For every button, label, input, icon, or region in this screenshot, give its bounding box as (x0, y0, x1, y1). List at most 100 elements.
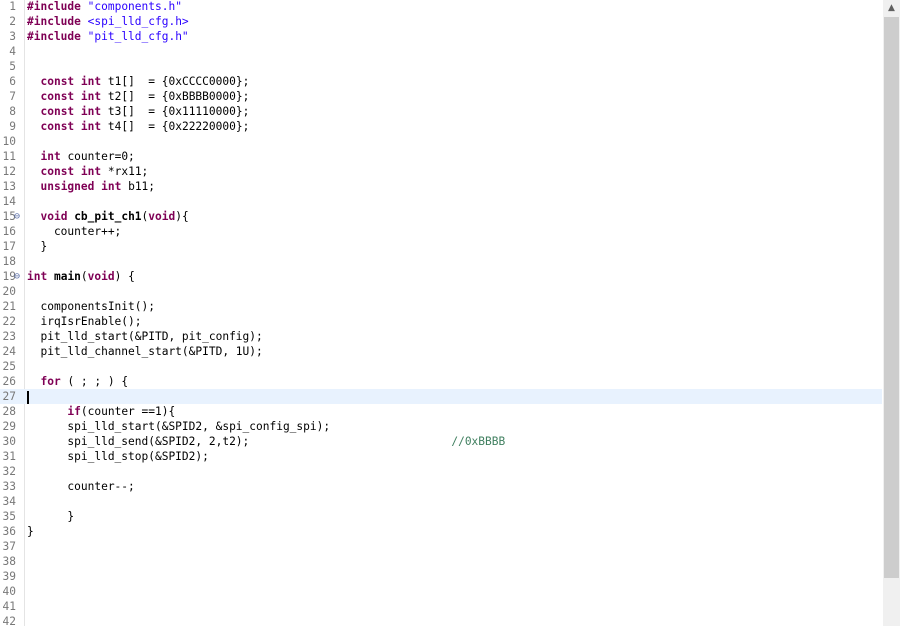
code-line[interactable]: 18 (0, 254, 882, 269)
code-token: b11; (121, 180, 156, 193)
code-text[interactable]: } (27, 524, 34, 539)
code-line[interactable]: 31 spi_lld_stop(&SPID2); (0, 449, 882, 464)
keyword-token: const (40, 165, 75, 178)
scrollbar-thumb[interactable] (884, 17, 899, 578)
code-line[interactable]: 13 unsigned int b11; (0, 179, 882, 194)
code-line[interactable]: 10 (0, 134, 882, 149)
code-editor[interactable]: 1 #include "components.h" 2 #include <spi_l… (0, 0, 907, 626)
code-text[interactable]: spi_lld_start(&SPID2, &spi_config_spi); (27, 419, 330, 434)
code-text[interactable]: pit_lld_start(&PITD, pit_config); (27, 329, 262, 344)
code-line[interactable]: 39 (0, 569, 882, 584)
code-line[interactable]: 14 (0, 194, 882, 209)
code-line[interactable]: 26 for ( ; ; ) { (0, 374, 882, 389)
code-line[interactable]: 4 (0, 44, 882, 59)
line-number: 17 (2, 240, 16, 253)
code-line[interactable]: 7 const int t2[] = {0xBBBB0000}; (0, 89, 882, 104)
code-line[interactable]: 8 const int t3[] = {0x11110000}; (0, 104, 882, 119)
line-number: 22 (2, 315, 16, 328)
scroll-up-arrow-icon[interactable]: ▲ (883, 0, 900, 17)
fold-collapse-icon[interactable]: ⊖ (14, 269, 20, 284)
code-text[interactable]: spi_lld_stop(&SPID2); (27, 449, 208, 464)
line-number: 21 (2, 300, 16, 313)
code-text[interactable] (27, 389, 29, 404)
code-text[interactable]: const int t1[] = {0xCCCC0000}; (27, 74, 249, 89)
code-line[interactable]: 36} (0, 524, 882, 539)
keyword-token: int (80, 120, 102, 133)
code-line[interactable]: 27 (0, 389, 882, 404)
code-text[interactable]: spi_lld_send(&SPID2, 2,t2); //0xBBBB (27, 434, 505, 449)
code-text[interactable]: void cb_pit_ch1(void){ (27, 209, 188, 224)
code-text[interactable]: #include <spi_lld_cfg.h> (27, 14, 189, 29)
code-line[interactable]: 25 (0, 359, 882, 374)
line-number: 18 (2, 255, 16, 268)
code-text[interactable]: irqIsrEnable(); (27, 314, 141, 329)
code-line[interactable]: 5 (0, 59, 882, 74)
line-number: 20 (2, 285, 16, 298)
code-text[interactable]: counter--; (27, 479, 135, 494)
code-text[interactable]: unsigned int b11; (27, 179, 155, 194)
code-line[interactable]: 41 (0, 599, 882, 614)
code-token: counter--; (27, 480, 135, 493)
code-text[interactable]: componentsInit(); (27, 299, 155, 314)
code-token: } (27, 240, 48, 253)
code-line[interactable]: 37 (0, 539, 882, 554)
vertical-scrollbar[interactable]: ▲ (883, 0, 900, 626)
code-line[interactable]: 20 (0, 284, 882, 299)
code-line[interactable]: 15 ⊖ void cb_pit_ch1(void){ (0, 209, 882, 224)
code-line[interactable]: 23 pit_lld_start(&PITD, pit_config); (0, 329, 882, 344)
code-line[interactable]: 1 #include "components.h" (0, 0, 882, 14)
fold-collapse-icon[interactable]: ⊖ (14, 209, 20, 224)
code-text[interactable]: #include "components.h" (27, 0, 182, 14)
code-line[interactable]: 33 counter--; (0, 479, 882, 494)
keyword-token: int (80, 90, 102, 103)
code-line[interactable]: 17 } (0, 239, 882, 254)
function-name-token: main (53, 270, 81, 283)
code-line[interactable]: 22 irqIsrEnable(); (0, 314, 882, 329)
code-text[interactable]: #include "pit_lld_cfg.h" (27, 29, 189, 44)
keyword-token: #include (27, 15, 81, 28)
code-line[interactable]: 6 const int t1[] = {0xCCCC0000}; (0, 74, 882, 89)
keyword-token: int (27, 270, 48, 283)
code-line[interactable]: 42 (0, 614, 882, 626)
code-text[interactable]: const int t2[] = {0xBBBB0000}; (27, 89, 249, 104)
code-line[interactable]: 29 spi_lld_start(&SPID2, &spi_config_spi… (0, 419, 882, 434)
code-line[interactable]: 11 int counter=0; (0, 149, 882, 164)
code-line[interactable]: 30 spi_lld_send(&SPID2, 2,t2); //0xBBBB (0, 434, 882, 449)
keyword-token: void (40, 210, 68, 223)
code-line[interactable]: 12 const int *rx11; (0, 164, 882, 179)
code-line[interactable]: 35 } (0, 509, 882, 524)
code-text[interactable]: const int t3[] = {0x11110000}; (27, 104, 249, 119)
code-text[interactable]: int counter=0; (27, 149, 134, 164)
code-line[interactable]: 32 (0, 464, 882, 479)
line-number: 3 (9, 30, 16, 43)
comment-token: //0xBBBB (451, 435, 506, 448)
code-text[interactable]: int main(void) { (27, 269, 135, 284)
code-text[interactable]: const int *rx11; (27, 164, 148, 179)
code-line[interactable]: 16 counter++; (0, 224, 882, 239)
code-line[interactable]: 40 (0, 584, 882, 599)
code-line[interactable]: 9 const int t4[] = {0x22220000}; (0, 119, 882, 134)
code-line[interactable]: 3 #include "pit_lld_cfg.h" (0, 29, 882, 44)
code-text[interactable]: counter++; (27, 224, 121, 239)
code-text[interactable]: const int t4[] = {0x22220000}; (27, 119, 249, 134)
code-text[interactable]: pit_lld_channel_start(&PITD, 1U); (27, 344, 262, 359)
code-line[interactable]: 34 (0, 494, 882, 509)
string-token: <spi_lld_cfg.h> (87, 15, 189, 28)
code-text[interactable]: } (27, 509, 74, 524)
line-number: 13 (2, 180, 16, 193)
code-token: (counter ==1){ (80, 405, 176, 418)
code-text[interactable]: for ( ; ; ) { (27, 374, 128, 389)
code-text[interactable]: } (27, 239, 47, 254)
code-line[interactable]: 24 pit_lld_channel_start(&PITD, 1U); (0, 344, 882, 359)
line-number: 7 (9, 90, 16, 103)
code-line[interactable]: 19 ⊖ int main(void) { (0, 269, 882, 284)
code-text[interactable]: if(counter ==1){ (27, 404, 175, 419)
code-line[interactable]: 28 if(counter ==1){ (0, 404, 882, 419)
code-line[interactable]: 38 (0, 554, 882, 569)
code-line[interactable]: 21 componentsInit(); (0, 299, 882, 314)
code-line[interactable]: 2 #include <spi_lld_cfg.h> (0, 14, 882, 29)
